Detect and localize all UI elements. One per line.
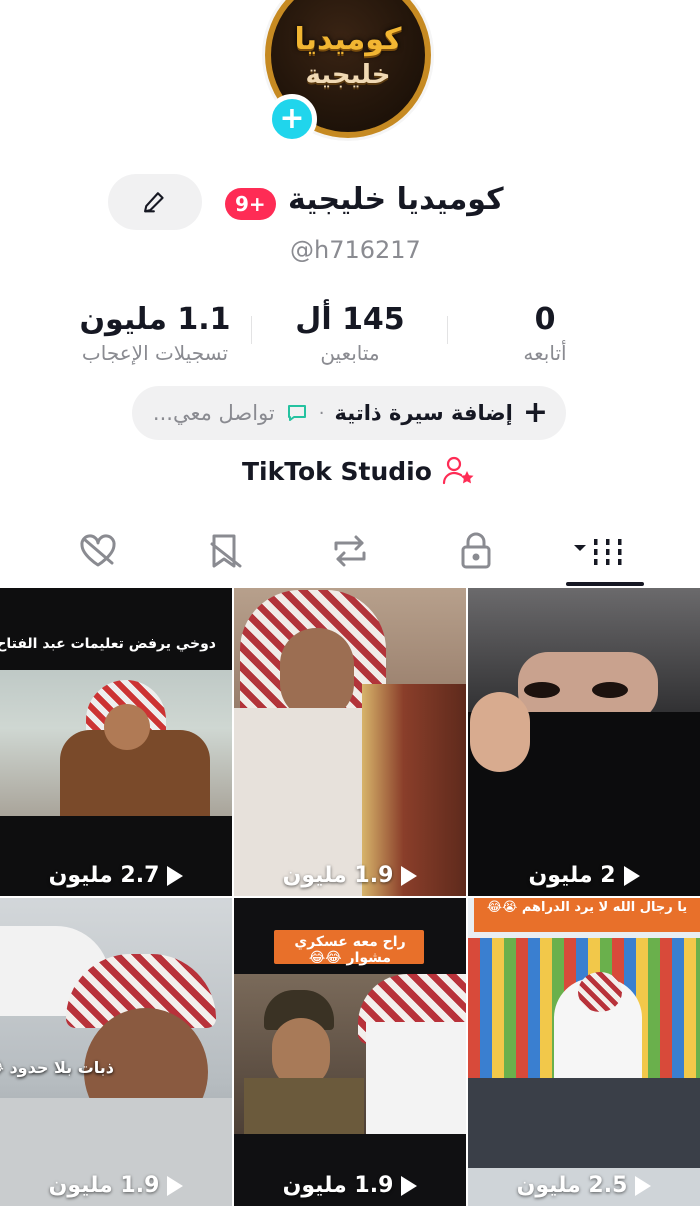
video-tile[interactable]: راح معه عسكري مشوار 😂😂 1.9 مليون: [234, 898, 466, 1206]
view-count: 2.7 مليون: [0, 863, 232, 888]
tab-videos[interactable]: [572, 526, 634, 576]
tab-private[interactable]: [446, 526, 506, 576]
stat-divider: [251, 316, 252, 344]
video-thumbnail: [104, 704, 150, 750]
likes-stat[interactable]: 1.1 مليون تسجيلات الإعجاب: [70, 302, 240, 365]
play-icon: [623, 865, 640, 886]
video-tile[interactable]: دوخي يرفض تعليمات عبد الفتاح 😂 2.7 مليون: [0, 588, 232, 896]
view-count-text: 2 مليون: [528, 863, 616, 888]
video-tile[interactable]: 2 مليون: [468, 588, 700, 896]
view-count: 1.9 مليون: [0, 1173, 232, 1198]
view-count-text: 1.9 مليون: [282, 863, 394, 888]
heart-icon: [80, 534, 116, 567]
view-count-text: 2.5 مليون: [516, 1173, 628, 1198]
video-thumbnail: [280, 628, 354, 720]
grid-icon: [574, 539, 622, 565]
add-story-button[interactable]: +: [267, 94, 317, 144]
active-tab-indicator: [566, 582, 644, 586]
video-caption: دوخي يرفض تعليمات عبد الفتاح 😂: [0, 636, 216, 652]
notification-badge[interactable]: 9+: [225, 188, 276, 220]
play-icon: [167, 1175, 184, 1196]
add-bio-button[interactable]: + إضافة سيرة ذاتية · تواصل معي...: [132, 386, 566, 440]
profile-avatar[interactable]: كوميديا خليجية +: [265, 0, 435, 144]
view-count: 1.9 مليون: [234, 863, 466, 888]
video-thumbnail: [366, 1022, 466, 1134]
play-icon: [635, 1175, 652, 1196]
plus-icon: +: [522, 395, 548, 430]
profile-name: كوميديا خليجية: [288, 182, 504, 217]
lock-icon: [461, 532, 491, 569]
following-stat[interactable]: 0 أتابعه: [505, 302, 585, 365]
profile-tabs: [0, 520, 700, 586]
view-count-text: 2.7 مليون: [48, 863, 160, 888]
add-bio-label: إضافة سيرة ذاتية: [334, 401, 513, 425]
tab-reposts[interactable]: [320, 526, 380, 576]
following-label: أتابعه: [523, 341, 567, 365]
tiktok-studio-link[interactable]: TikTok Studio: [242, 456, 476, 486]
bio-separator: ·: [318, 402, 325, 424]
view-count: 2 مليون: [468, 863, 700, 888]
play-icon: [401, 865, 418, 886]
video-thumbnail: [244, 1078, 364, 1134]
play-icon: [167, 865, 184, 886]
likes-count: 1.1 مليون: [79, 302, 231, 337]
view-count: 1.9 مليون: [234, 1173, 466, 1198]
video-thumbnail: [592, 682, 628, 698]
pencil-icon: [144, 192, 164, 213]
video-thumbnail: [470, 692, 530, 772]
tab-liked[interactable]: [68, 526, 128, 576]
video-caption: راح معه عسكري مشوار 😂😂: [294, 934, 406, 966]
video-tile[interactable]: 1.9 مليون: [234, 588, 466, 896]
video-caption: ذبات بلا حدود 😂: [0, 1058, 114, 1077]
plus-icon: +: [279, 101, 305, 136]
contact-me-label: تواصل معي...: [152, 401, 275, 425]
video-caption: يا رجال الله لا يرد الدراهم 😭😂: [486, 900, 688, 915]
edit-profile-button[interactable]: [108, 174, 202, 230]
view-count-text: 1.9 مليون: [282, 1173, 394, 1198]
profile-handle: @h716217: [290, 236, 421, 264]
play-icon: [401, 1175, 418, 1196]
bookmark-icon: [210, 534, 242, 568]
stat-divider: [447, 316, 448, 344]
following-count: 0: [534, 302, 556, 337]
video-thumbnail: [524, 682, 560, 698]
video-thumbnail: [578, 972, 622, 1012]
avatar-logo-line2: خليجية: [305, 60, 391, 90]
video-tile[interactable]: ذبات بلا حدود 😂 1.9 مليون: [0, 898, 232, 1206]
followers-count: 145 أل: [295, 302, 405, 337]
followers-stat[interactable]: 145 أل متابعين: [290, 302, 410, 365]
video-tile[interactable]: يا رجال الله لا يرد الدراهم 😭😂 2.5 مليون: [468, 898, 700, 1206]
likes-label: تسجيلات الإعجاب: [81, 341, 229, 365]
user-star-icon: [442, 456, 474, 485]
avatar-logo-line1: كوميديا: [294, 22, 402, 57]
video-thumbnail: [468, 1078, 700, 1168]
repost-icon: [334, 535, 366, 567]
view-count: 2.5 مليون: [468, 1173, 700, 1198]
followers-label: متابعين: [320, 341, 380, 365]
studio-label: TikTok Studio: [242, 456, 432, 486]
chat-bubble-icon: [287, 405, 306, 421]
tab-favorites[interactable]: [196, 526, 256, 576]
view-count-text: 1.9 مليون: [48, 1173, 160, 1198]
